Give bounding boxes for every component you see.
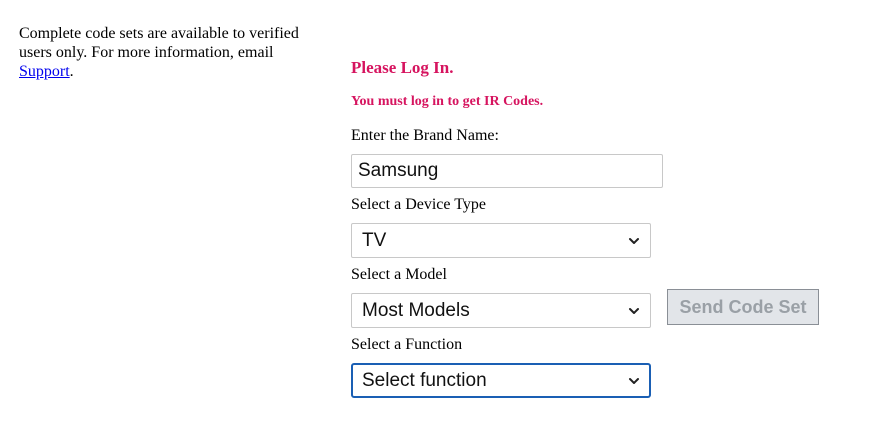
chevron-down-icon	[629, 307, 639, 314]
info-trailing: .	[69, 63, 74, 80]
function-value: Select function	[362, 369, 487, 391]
send-code-set-button[interactable]: Send Code Set	[667, 289, 819, 325]
model-label: Select a Model	[351, 266, 447, 283]
login-panel: Please Log In. You must log in to get IR…	[351, 0, 871, 444]
login-heading: Please Log In.	[351, 58, 454, 77]
support-link[interactable]: Support	[19, 63, 70, 80]
function-select[interactable]: Select function	[351, 363, 651, 398]
model-value: Most Models	[362, 299, 470, 321]
info-message: Complete code sets are available to veri…	[19, 25, 299, 61]
device-type-select[interactable]: TV	[351, 223, 651, 258]
brand-input[interactable]: Samsung	[351, 154, 663, 188]
brand-label: Enter the Brand Name:	[351, 127, 499, 144]
device-type-value: TV	[362, 229, 387, 251]
brand-input-value: Samsung	[358, 160, 439, 181]
function-label: Select a Function	[351, 336, 463, 353]
device-type-label: Select a Device Type	[351, 196, 486, 213]
chevron-down-icon	[629, 377, 639, 384]
model-select[interactable]: Most Models	[351, 293, 651, 328]
info-text: Complete code sets are available to veri…	[19, 24, 329, 81]
login-note: You must log in to get IR Codes.	[351, 94, 544, 109]
chevron-down-icon	[629, 237, 639, 244]
